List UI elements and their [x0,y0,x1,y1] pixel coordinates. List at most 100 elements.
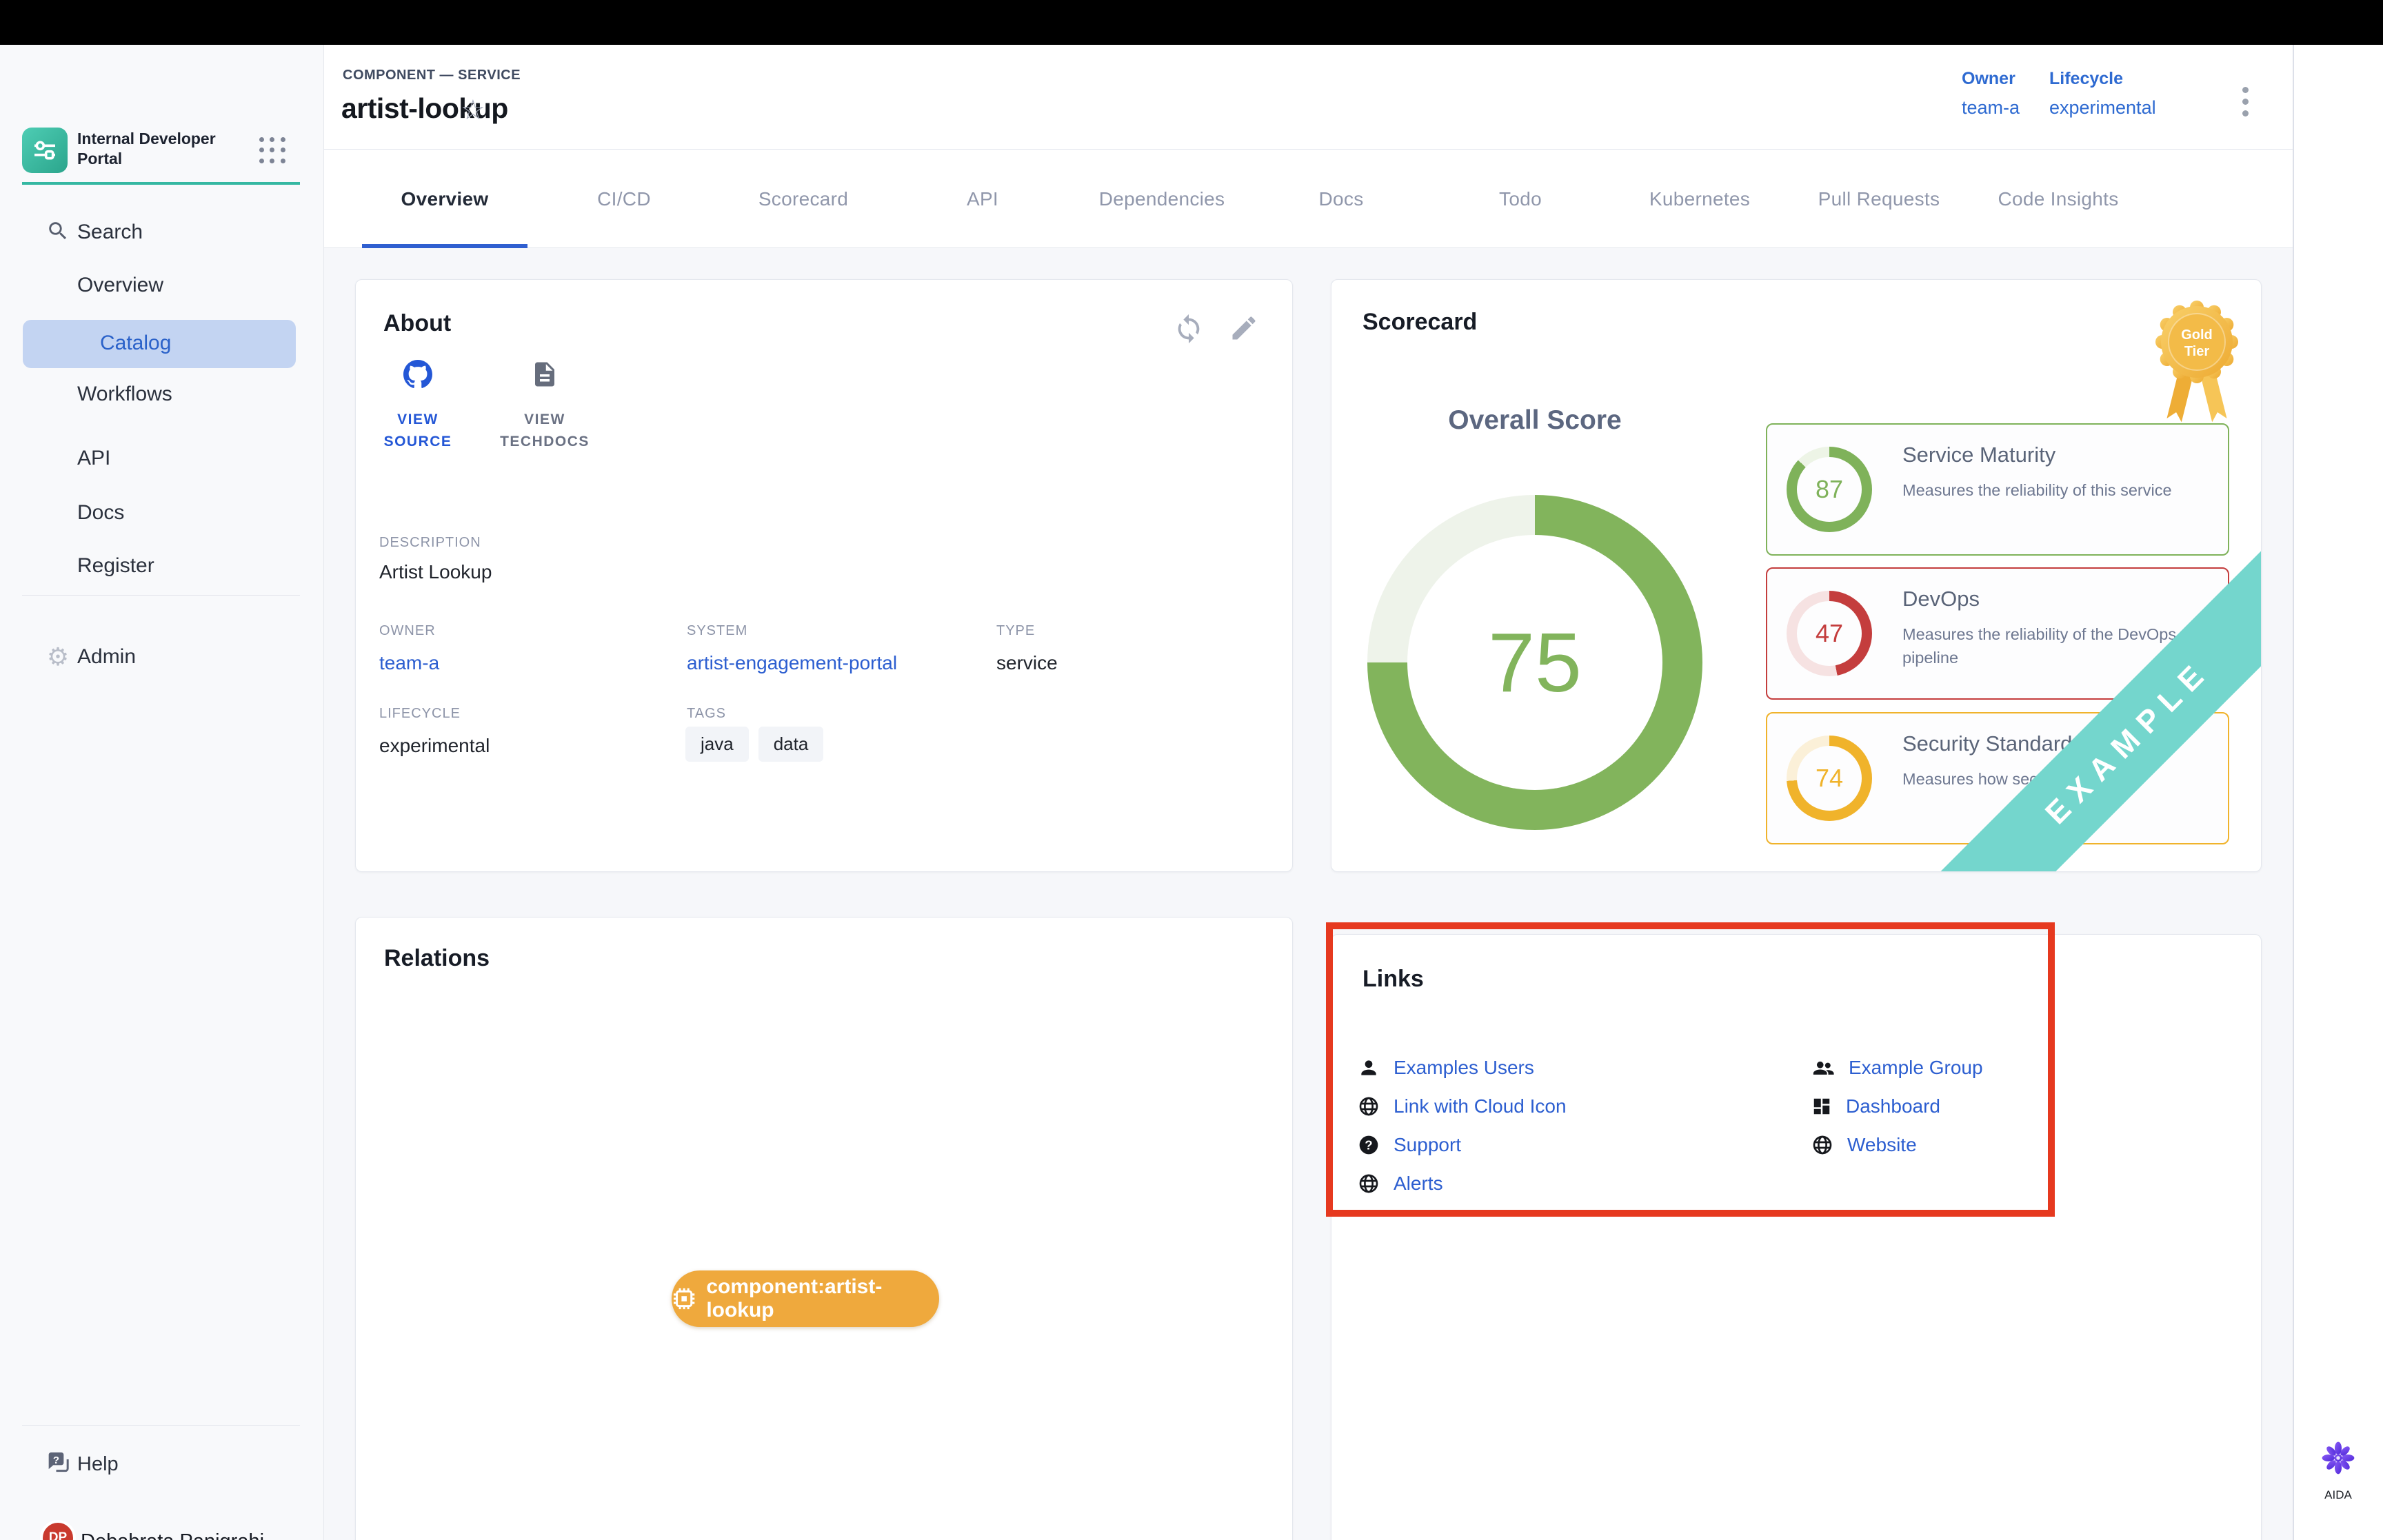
user-name[interactable]: Debabrata Panigrahi [81,1530,264,1540]
edit-pencil-icon[interactable] [1229,313,1262,346]
link-label: Website [1847,1134,1917,1156]
tab-todo[interactable]: Todo [1431,150,1610,248]
devops-value: 47 [1787,591,1872,676]
refresh-icon[interactable] [1173,313,1206,346]
owner-field-value[interactable]: team-a [379,652,439,674]
sidebar-item-label: Admin [77,645,136,669]
portal-logo[interactable] [22,128,68,173]
description-value: Artist Lookup [379,561,492,583]
brand-title: Internal Developer Portal [77,129,250,169]
tab-kubernetes[interactable]: Kubernetes [1610,150,1789,248]
view-source-link[interactable]: VIEW SOURCE [366,360,470,452]
tag-chip[interactable]: java [685,727,749,762]
group-icon [1811,1056,1835,1080]
badge-line2: Tier [2184,344,2210,359]
sidebar-item-admin[interactable]: ⚙ Admin [0,640,324,673]
link-label: Examples Users [1394,1057,1534,1079]
service-maturity-ring: 87 [1787,447,1872,532]
owner-value[interactable]: team-a [1962,97,2020,119]
sidebar-item-api[interactable]: API [0,442,324,475]
lifecycle-value: experimental [2049,97,2156,119]
tab-dependencies[interactable]: Dependencies [1072,150,1251,248]
tab-cicd[interactable]: CI/CD [534,150,714,248]
link-label: Support [1394,1134,1461,1156]
owner-label: Owner [1962,69,2020,89]
sidebar: Internal Developer Portal Search Overvie… [0,45,324,1540]
favorite-star-icon[interactable]: ☆ [461,97,485,124]
app-window: Internal Developer Portal Search Overvie… [0,0,2383,1540]
sidebar-item-label: Workflows [77,383,172,406]
breadcrumb: COMPONENT — SERVICE [343,68,521,83]
sidebar-item-register[interactable]: Register [0,549,324,582]
score-item-title: Security Standards [1902,731,2083,756]
chip-icon [672,1286,696,1312]
gold-tier-badge: Gold Tier [2153,299,2240,444]
browser-topbar [0,0,2383,45]
system-field-label: SYSTEM [687,623,747,639]
lifecycle-field-label: LIFECYCLE [379,706,461,722]
security-standards-ring: 74 [1787,736,1872,821]
link-website[interactable]: Website [1811,1131,1917,1159]
gear-icon: ⚙ [44,645,72,669]
tabs: Overview CI/CD Scorecard API Dependencie… [355,150,2148,248]
link-example-group[interactable]: Example Group [1811,1054,1983,1082]
link-label: Example Group [1849,1057,1983,1079]
tab-pull-requests[interactable]: Pull Requests [1789,150,1969,248]
sidebar-item-label: Overview [77,274,163,297]
svg-text:?: ? [1365,1138,1372,1153]
score-item-title: DevOps [1902,587,1980,611]
lifecycle-label: Lifecycle [2049,69,2156,89]
tab-code-insights[interactable]: Code Insights [1969,150,2148,248]
sidebar-item-catalog-active[interactable]: Catalog [23,320,296,368]
about-title: About [383,310,451,337]
link-examples-users[interactable]: Examples Users [1358,1054,1534,1082]
tag-chip[interactable]: data [758,727,824,762]
link-support[interactable]: ? Support [1358,1131,1461,1159]
sidebar-item-docs[interactable]: Docs [0,496,324,529]
sidebar-item-search[interactable]: Search [0,216,324,249]
link-dashboard[interactable]: Dashboard [1811,1093,1940,1120]
tab-scorecard[interactable]: Scorecard [714,150,893,248]
type-field-value: service [996,652,1058,674]
devops-ring: 47 [1787,591,1872,676]
sidebar-item-help[interactable]: ? Help [0,1448,324,1481]
link-alerts[interactable]: Alerts [1358,1170,1443,1197]
service-maturity-value: 87 [1787,447,1872,532]
relations-title: Relations [384,945,490,972]
sidebar-item-overview[interactable]: Overview [0,269,324,302]
relations-node-label: component:artist-lookup [706,1275,939,1322]
user-avatar[interactable]: DP [40,1520,76,1540]
search-icon [44,219,72,246]
right-gutter [2293,45,2383,1540]
scorecard-title: Scorecard [1363,309,1477,336]
lifecycle-meta: Lifecycle experimental [2049,69,2156,119]
sidebar-item-label: Register [77,554,154,578]
globe-icon [1358,1095,1380,1117]
relations-node-component[interactable]: component:artist-lookup [672,1270,939,1327]
user-icon [1358,1057,1380,1079]
tab-overview[interactable]: Overview [355,150,534,248]
tags-field-label: TAGS [687,706,726,722]
score-item-description: Measures the reliability of this service [1902,478,2214,502]
relations-card: Relations component:artist-lookup [355,917,1293,1540]
tab-api[interactable]: API [893,150,1072,248]
link-label: Alerts [1394,1173,1443,1195]
techdocs-icon [530,360,559,389]
apps-grid-icon[interactable] [259,137,287,165]
view-source-line1: VIEW [397,412,439,427]
view-techdocs-link[interactable]: VIEW TECHDOCS [493,360,596,452]
aida-widget[interactable]: AIDA [2305,1441,2371,1502]
system-field-value[interactable]: artist-engagement-portal [687,652,897,674]
overall-score-donut: 75 [1367,495,1702,830]
help-chat-icon: ? [44,1449,72,1480]
more-options-icon[interactable] [2242,87,2249,116]
overall-score-label: Overall Score [1369,405,1700,436]
globe-icon [1811,1134,1833,1156]
link-cloud[interactable]: Link with Cloud Icon [1358,1093,1567,1120]
tab-docs[interactable]: Docs [1251,150,1431,248]
view-techdocs-line1: VIEW [524,412,565,427]
sidebar-item-label: Search [77,221,143,244]
about-card: About VIEW SOURCE VIEW TECHDOCS DESCRIPT… [355,279,1293,872]
sidebar-item-workflows[interactable]: Workflows [0,378,324,411]
link-label: Dashboard [1846,1095,1940,1117]
